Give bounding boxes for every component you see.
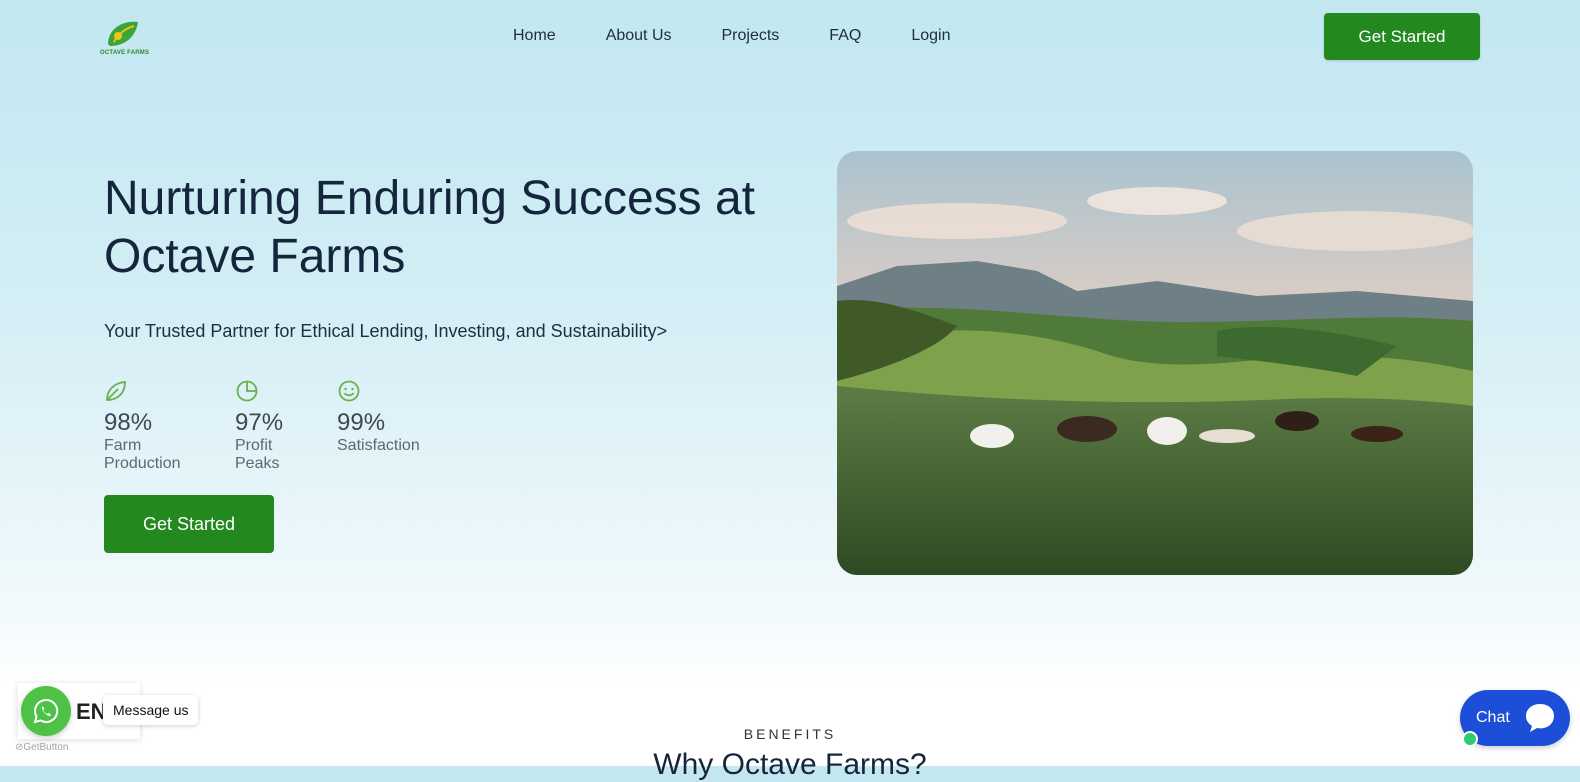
stat-value: 99% [337,409,386,436]
whatsapp-label: EN [76,699,107,724]
smile-icon [338,380,360,402]
whatsapp-tooltip[interactable]: Message us [103,695,199,725]
chat-label: Chat [1476,709,1510,726]
hero-subtitle: Your Trusted Partner for Ethical Lending… [104,321,668,341]
hero-stats: 98% Farm Production 97% Profit Peaks 99%… [104,379,447,473]
logo-text: OCTAVE FARMS [100,50,150,56]
stat-label: Satisfaction [337,437,420,454]
stat-label: Farm Production [104,437,181,472]
online-status-dot [1462,731,1478,747]
nav-projects[interactable]: Projects [722,26,780,46]
top-navbar: OCTAVE FARMS Home About Us Projects FAQ … [0,0,1580,72]
stat-profit-peaks: 97% Profit Peaks [235,379,317,473]
nav-about-us[interactable]: About Us [606,26,672,46]
nav-login[interactable]: Login [911,26,950,46]
stat-value: 97% [235,409,284,436]
getbutton-label: GetButton [23,742,69,753]
hero-title: Nurturing Enduring Success at Octave Far… [104,172,755,283]
chat-bubble-icon [1526,704,1554,732]
nav-home[interactable]: Home [513,26,556,46]
stat-label: Profit Peaks [235,437,280,472]
stat-satisfaction: 99% Satisfaction [337,379,427,473]
main-menu: Home About Us Projects FAQ Login [513,26,1000,46]
leaf-icon [106,381,126,401]
getbutton-attribution[interactable]: ⊘GetButton [15,742,68,753]
farm-landscape-image [837,151,1473,575]
benefits-eyebrow: BENEFITS [743,726,837,742]
hero-image [837,151,1473,575]
stat-farm-production: 98% Farm Production [104,379,215,473]
whatsapp-icon [33,698,59,724]
pie-chart-icon [236,380,258,402]
whatsapp-button[interactable] [21,686,71,736]
get-started-nav-button[interactable]: Get Started [1324,13,1480,60]
nav-faq[interactable]: FAQ [829,26,861,46]
benefits-title: Why Octave Farms? [653,748,927,781]
stat-value: 98% [104,409,153,436]
get-started-hero-button[interactable]: Get Started [104,495,274,553]
